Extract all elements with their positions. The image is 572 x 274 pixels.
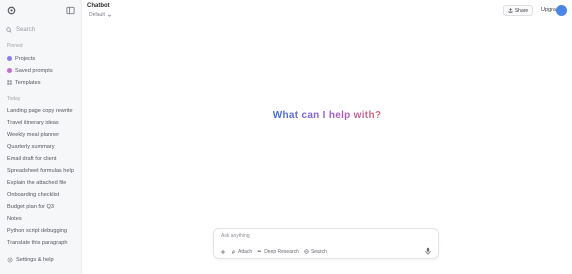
share-button-label: Share <box>514 7 529 14</box>
sidebar-section-today: Today <box>7 96 21 102</box>
model-selector-label: Default <box>89 12 105 18</box>
search-icon <box>6 27 12 33</box>
chat-history-item[interactable]: Python script debugging <box>7 226 77 235</box>
search-label: Search <box>310 248 327 255</box>
sidebar-item-label: Projects <box>15 55 36 62</box>
globe-icon <box>304 249 309 254</box>
chat-history-item[interactable]: Budget plan for Q3 <box>7 202 77 211</box>
sidebar-top-bar <box>0 4 82 18</box>
sidebar-item-saved-prompts[interactable]: Saved prompts <box>7 66 77 75</box>
chevron-down-icon <box>107 14 112 17</box>
collapse-sidebar-icon[interactable] <box>66 6 75 15</box>
chat-history-item[interactable]: Quarterly summary <box>7 142 77 151</box>
deep-research-button[interactable]: Deep Research <box>257 249 299 255</box>
chat-history-item[interactable]: Notes <box>7 214 77 223</box>
app-logo-icon[interactable] <box>7 6 16 15</box>
model-selector[interactable]: Default <box>89 12 112 18</box>
page-title: Chatbot <box>87 3 110 9</box>
telescope-icon <box>257 250 262 252</box>
share-button[interactable]: Share <box>503 5 533 16</box>
greeting-text: What can I help with? <box>272 110 382 121</box>
composer-placeholder[interactable]: Ask anything <box>221 233 250 239</box>
gear-icon <box>7 257 13 262</box>
chat-history-item[interactable]: Weekly meal planner <box>7 130 77 139</box>
sidebar-section-pinned: Pinned <box>7 43 23 49</box>
chat-history-item[interactable]: Email draft for client <box>7 154 77 163</box>
message-composer[interactable]: Ask anything Attach Deep Research Search <box>213 228 439 259</box>
chat-history-item[interactable]: Translate this paragraph <box>7 238 77 247</box>
attach-button[interactable]: Attach <box>231 249 252 255</box>
composer-toolbar: Attach Deep Research Search <box>220 247 434 256</box>
sidebar-footer-settings[interactable]: Settings & help <box>7 255 77 264</box>
avatar[interactable] <box>556 5 567 16</box>
chat-history-item[interactable]: Spreadsheet formulas help <box>7 166 77 175</box>
sidebar-item-templates[interactable]: Templates <box>7 78 77 87</box>
sidebar-search[interactable]: Search <box>6 25 76 35</box>
projects-dot-icon <box>7 56 12 61</box>
sidebar: Search Pinned Projects Saved prompts Tem… <box>0 0 82 274</box>
greeting-heading: What can I help with? <box>0 110 572 121</box>
attach-label: Attach <box>238 248 253 255</box>
plus-icon[interactable] <box>220 249 226 255</box>
chat-history-item[interactable]: Explain the attached file <box>7 178 77 187</box>
deep-research-label: Deep Research <box>264 248 299 255</box>
sidebar-item-projects[interactable]: Projects <box>7 54 77 63</box>
saved-prompts-dot-icon <box>7 68 12 73</box>
sidebar-footer-label: Settings & help <box>16 256 54 263</box>
microphone-icon[interactable] <box>424 247 432 255</box>
chat-history-item[interactable]: Onboarding checklist <box>7 190 77 199</box>
grid-icon <box>7 80 12 85</box>
sidebar-search-label: Search <box>16 27 36 33</box>
share-icon <box>508 8 513 13</box>
sidebar-item-label: Saved prompts <box>15 67 53 74</box>
paperclip-icon <box>231 250 236 254</box>
sidebar-item-label: Templates <box>15 79 41 86</box>
search-button[interactable]: Search <box>304 249 327 255</box>
